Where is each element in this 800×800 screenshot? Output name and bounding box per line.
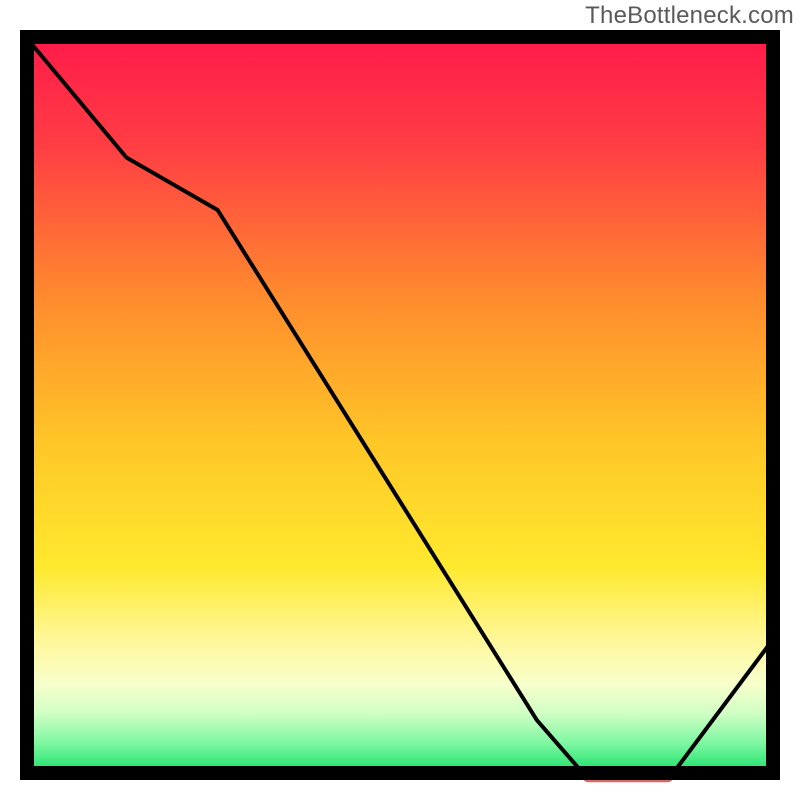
plot-background [27, 37, 773, 773]
bottleneck-chart [0, 0, 800, 800]
chart-container: TheBottleneck.com [0, 0, 800, 800]
watermark-text: TheBottleneck.com [585, 2, 794, 30]
